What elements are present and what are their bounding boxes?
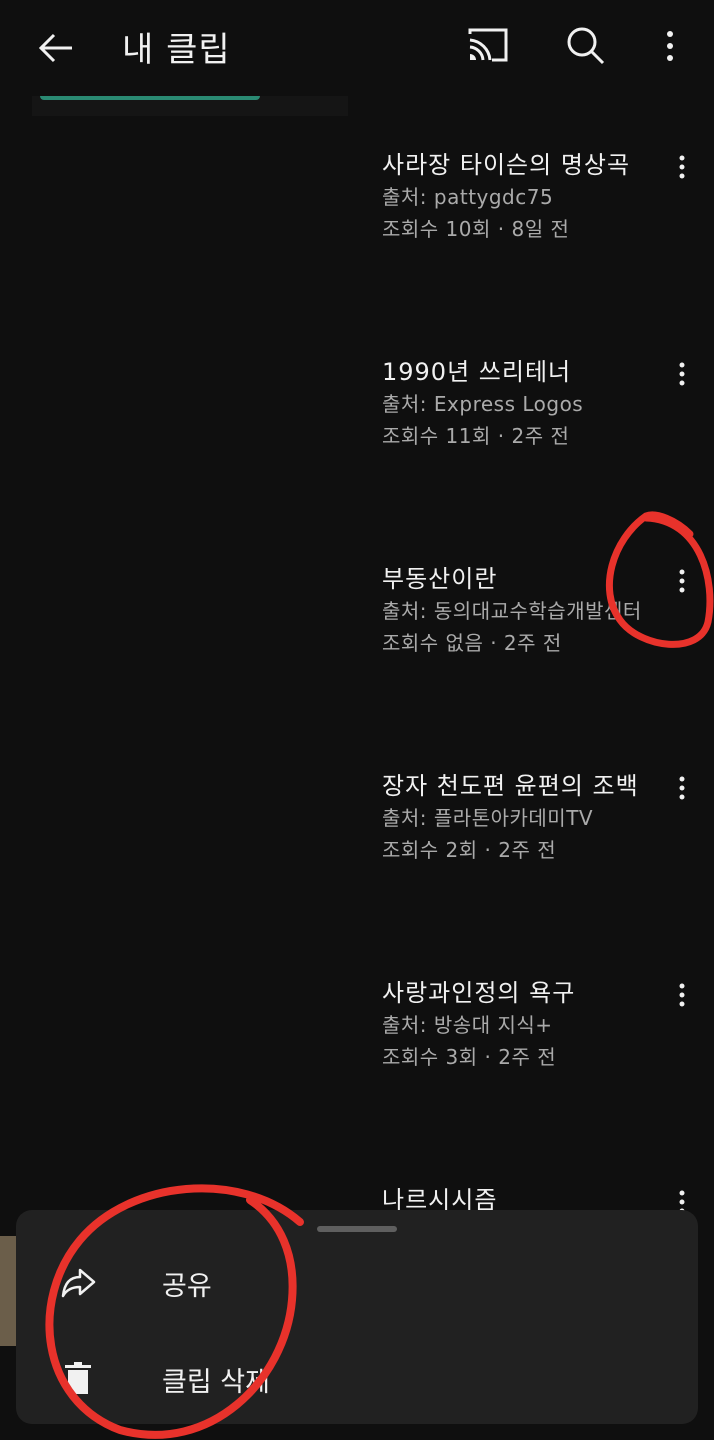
slide-line: 임대료를 얻어 본인 사업에 활용 가능 [57, 657, 196, 667]
clip-more-icon[interactable] [670, 565, 694, 597]
clip-options-sheet: 공유 클립 삭제 [16, 1210, 698, 1424]
slide-subheading: ② 자본 [61, 620, 233, 636]
cast-icon[interactable] [466, 24, 510, 68]
clip-stats: 조회수 3회 · 2주 전 [382, 1045, 557, 1069]
clip-title[interactable]: 부동산이란 [382, 563, 632, 595]
thumbnail-caption: 자기 자신의 [40, 826, 169, 856]
clip-stats: 조회수 없음 · 2주 전 [382, 631, 562, 655]
trash-icon [65, 1362, 91, 1394]
slide-line: 화보된 땅으로 대출을 받거나 [69, 643, 177, 653]
clip-stats: 조회수 10회 · 8일 전 [382, 217, 570, 241]
clip-duration: 0:15 [280, 492, 328, 516]
slide-heading: 02 경제적 개념 [57, 594, 191, 618]
back-arrow-icon[interactable] [32, 24, 80, 72]
clip-thumbnail[interactable]: 0:15 [32, 354, 348, 530]
scissors-icon [252, 287, 272, 307]
bottom-nav-edge [0, 1424, 714, 1440]
clip-duration-badge: 0:15 [242, 904, 336, 932]
scissors-icon [252, 908, 272, 928]
clip-duration-badge: 0:14 [242, 697, 336, 725]
share-icon [61, 1268, 96, 1298]
clip-item[interactable]: 북플레이 기억하세요! 나이 들수록 까칠하게 살아야 행복해진다 0:15 사… [0, 975, 714, 1155]
clip-duration-badge: 0:15 [242, 1111, 336, 1139]
delete-clip-menu-item[interactable]: 클립 삭제 [16, 1338, 698, 1418]
clip-item[interactable]: 자기 자신의 주인으로 산다는 것 0:15 장자 천도편 윤편의 조백 출처:… [0, 768, 714, 948]
clip-thumbnail[interactable]: 02 경제적 개념 ② 자본 화보된 땅으로 대출을 받거나 임대료를 얻어 본… [32, 561, 348, 737]
thumbnail-caption: 까칠하게 살아야 [38, 1061, 215, 1091]
top-app-bar: 내 클립 [0, 0, 714, 96]
clip-more-icon[interactable] [670, 151, 694, 183]
scissors-icon [252, 701, 272, 721]
clip-duration: 0:14 [280, 699, 328, 723]
share-label: 공유 [162, 1271, 212, 1302]
clip-stats: 조회수 2회 · 2주 전 [382, 838, 557, 862]
clip-source: 출처: pattygdc75 [382, 185, 554, 209]
clip-stats: 조회수 11회 · 2주 전 [382, 424, 570, 448]
thumbnail-caption: 행복해진다 [38, 1097, 158, 1127]
clip-more-icon[interactable] [670, 772, 694, 804]
clip-item[interactable]: 1:00 사라장 타이슨의 명상곡 출처: pattygdc75 조회수 10회… [0, 147, 714, 327]
page-title: 내 클립 [122, 30, 231, 70]
clip-title[interactable]: 장자 천도편 윤편의 조백 [382, 770, 638, 802]
clip-more-icon[interactable] [670, 979, 694, 1011]
clip-thumbnail[interactable]: 자기 자신의 주인으로 산다는 것 0:15 [32, 768, 348, 944]
more-vert-icon[interactable] [648, 24, 692, 68]
thumbnail-caption: 기억하세요! 나이 들수록 [38, 1027, 191, 1047]
clip-duration-badge: 0:15 [242, 490, 336, 518]
clip-duration: 1:00 [280, 285, 328, 309]
clip-source: 출처: Express Logos [382, 392, 584, 416]
clip-thumbnail[interactable]: 1:00 [32, 147, 348, 323]
drag-handle[interactable] [317, 1226, 397, 1232]
clip-source: 출처: 방송대 지식+ [382, 1013, 553, 1037]
clip-title[interactable]: 1990년 쓰리테너 [382, 356, 632, 388]
clip-thumbnail[interactable]: 북플레이 기억하세요! 나이 들수록 까칠하게 살아야 행복해진다 0:15 [32, 975, 348, 1151]
share-menu-item[interactable]: 공유 [16, 1242, 698, 1322]
clip-more-icon[interactable] [670, 358, 694, 390]
clip-source: 출처: 동의대교수학습개발센터 [382, 599, 642, 623]
brand-logo-text: 북플레이 [38, 987, 97, 1006]
background-thumbnail-edge [0, 1236, 16, 1346]
scissors-icon [252, 1115, 272, 1135]
clip-item[interactable]: 0:15 1990년 쓰리테너 출처: Express Logos 조회수 11… [0, 354, 714, 534]
clip-title[interactable]: 사랑과인정의 욕구 [382, 977, 632, 1009]
clip-duration: 0:15 [280, 1113, 328, 1137]
scissors-icon [252, 494, 272, 514]
clip-title[interactable]: 사라장 타이슨의 명상곡 [382, 149, 632, 181]
clip-duration-badge: 1:00 [242, 283, 336, 311]
search-icon[interactable] [564, 24, 608, 68]
clip-item[interactable]: 02 경제적 개념 ② 자본 화보된 땅으로 대출을 받거나 임대료를 얻어 본… [0, 561, 714, 741]
delete-clip-label: 클립 삭제 [162, 1367, 270, 1398]
clip-source: 출처: 플라톤아카데미TV [382, 806, 594, 830]
clip-duration: 0:15 [280, 906, 328, 930]
